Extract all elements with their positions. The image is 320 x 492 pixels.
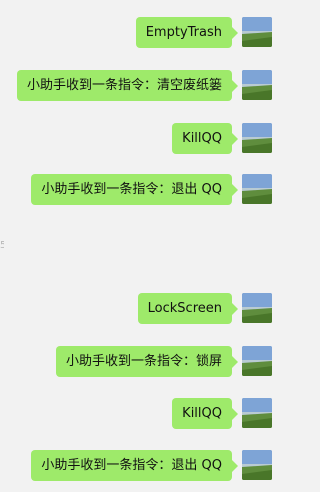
message-row: LockScreen [137, 291, 272, 325]
message-row: 小助手收到一条指令：清空废纸篓 [16, 68, 272, 102]
message-bubble[interactable]: KillQQ [172, 397, 238, 429]
avatar[interactable] [242, 346, 272, 376]
message-row: 小助手收到一条指令：退出 QQ [31, 448, 272, 482]
avatar[interactable] [242, 70, 272, 100]
landscape-avatar-icon [242, 293, 272, 323]
landscape-avatar-icon [242, 450, 272, 480]
message-bubble[interactable]: EmptyTrash [135, 16, 239, 48]
message-bubble[interactable]: LockScreen [137, 292, 239, 324]
message-row: KillQQ [172, 121, 272, 155]
landscape-avatar-icon [242, 17, 272, 47]
message-bubble[interactable]: 小助手收到一条指令：锁屏 [55, 345, 239, 377]
message-row: 小助手收到一条指令：退出 QQ [31, 172, 272, 206]
landscape-avatar-icon [242, 174, 272, 204]
message-bubble[interactable]: 小助手收到一条指令：清空废纸篓 [16, 69, 239, 101]
landscape-avatar-icon [242, 70, 272, 100]
message-row: 小助手收到一条指令：锁屏 [55, 344, 272, 378]
message-bubble[interactable]: 小助手收到一条指令：退出 QQ [31, 449, 238, 481]
landscape-avatar-icon [242, 398, 272, 428]
message-row: KillQQ [172, 396, 272, 430]
avatar[interactable] [242, 293, 272, 323]
message-row: EmptyTrash [135, 15, 272, 49]
avatar[interactable] [242, 123, 272, 153]
landscape-avatar-icon [242, 123, 272, 153]
avatar[interactable] [242, 17, 272, 47]
message-bubble[interactable]: 小助手收到一条指令：退出 QQ [31, 173, 238, 205]
cropped-text-fragment: 5 [0, 240, 4, 251]
avatar[interactable] [242, 174, 272, 204]
avatar[interactable] [242, 398, 272, 428]
message-bubble[interactable]: KillQQ [172, 122, 238, 154]
avatar[interactable] [242, 450, 272, 480]
landscape-avatar-icon [242, 346, 272, 376]
